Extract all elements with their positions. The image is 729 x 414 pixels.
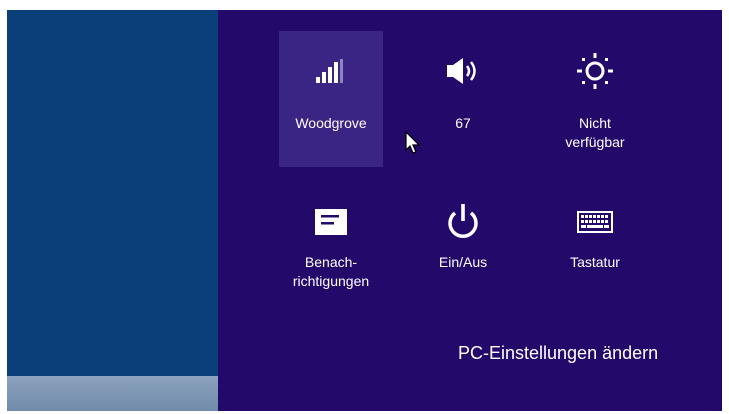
notifications-label-line1: Benach- xyxy=(304,254,358,270)
power-icon xyxy=(411,204,515,240)
network-tile[interactable]: Woodgrove xyxy=(279,31,383,167)
power-label: Ein/Aus xyxy=(438,254,488,270)
notifications-label-line2: richtigungen xyxy=(292,273,370,289)
keyboard-label: Tastatur xyxy=(570,254,620,270)
notifications-tile[interactable]: Benach- richtigungen xyxy=(279,184,383,320)
brightness-label-line1: Nicht xyxy=(579,115,611,131)
change-pc-settings-link[interactable]: PC-Einstellungen ändern xyxy=(458,343,658,364)
mouse-pointer-icon xyxy=(405,130,421,160)
signal-bars-icon xyxy=(279,53,383,89)
brightness-tile[interactable]: Nicht verfügbar xyxy=(543,31,647,167)
keyboard-tile[interactable]: Tastatur xyxy=(543,184,647,320)
power-tile[interactable]: Ein/Aus xyxy=(411,184,515,320)
brightness-label: Nicht verfügbar xyxy=(543,114,647,152)
notifications-icon xyxy=(279,204,383,240)
brightness-sun-icon xyxy=(543,53,647,89)
keyboard-icon xyxy=(543,204,647,240)
volume-tile[interactable]: 67 xyxy=(411,31,515,167)
brightness-label-line2: verfügbar xyxy=(565,134,625,150)
settings-charm-panel: Woodgrove 67 Nicht verfügbar Benach- ric… xyxy=(218,10,722,411)
volume-label: 67 xyxy=(455,115,471,131)
speaker-volume-icon xyxy=(411,53,515,89)
taskbar-area xyxy=(7,376,218,411)
screen: Woodgrove 67 Nicht verfügbar Benach- ric… xyxy=(7,10,722,411)
desktop-background xyxy=(7,10,218,411)
notifications-label: Benach- richtigungen xyxy=(279,253,383,291)
network-label: Woodgrove xyxy=(295,115,367,131)
